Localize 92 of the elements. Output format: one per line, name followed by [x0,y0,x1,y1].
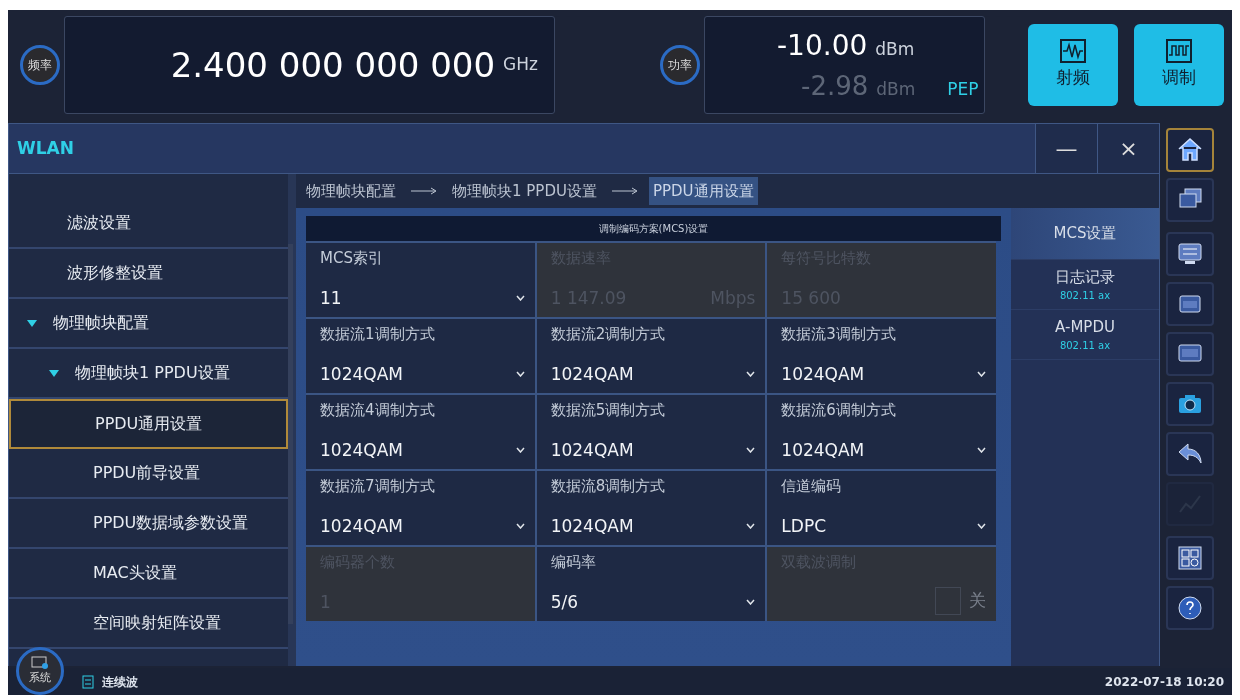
field-value: LDPC [781,514,826,538]
field-label: 数据流3调制方式 [781,324,897,345]
breadcrumb-link[interactable]: PPDU通用设置 [648,176,758,206]
toolbar-button[interactable] [1166,282,1214,326]
field-label: 数据流1调制方式 [320,324,436,345]
field-value: 1024QAM [320,438,403,462]
dropdown-field[interactable]: 数据流7调制方式 1024QAM [306,471,535,545]
power-display[interactable]: -10.00 dBm -2.98 dBm PEP [704,16,985,114]
toolbar-button[interactable] [1166,382,1214,426]
side-tab[interactable]: MCS设置 [1011,208,1159,260]
chevron-down-icon [515,447,525,454]
mode-button[interactable]: 射频 [1028,24,1118,106]
monitor-gear-icon [31,655,49,670]
field-label: 数据流5调制方式 [550,400,667,421]
pep-value: -2.98 [801,69,869,103]
field-label: 数据流7调制方式 [320,476,436,497]
waveform-icon [1060,39,1086,64]
help-icon [1176,594,1204,622]
toolbar-button[interactable] [1166,536,1214,580]
field-label: 数据流6调制方式 [781,400,897,421]
field-label: 数据流2调制方式 [550,324,667,345]
breadcrumb-link[interactable]: 物理帧块1 PPDU设置 [448,176,601,206]
field-label: MCS索引 [320,248,384,269]
pep-label: PEP [947,77,979,101]
dropdown-field[interactable]: MCS索引 11 [306,243,535,317]
mode-button[interactable]: 调制 [1134,24,1224,106]
field-label: 信道编码 [781,476,843,497]
side-tab[interactable]: 日志记录 802.11 ax [1011,260,1159,310]
dropdown-field[interactable]: 数据流6调制方式 1024QAM [767,395,996,469]
dropdown-field[interactable]: 数据流8调制方式 1024QAM [536,471,766,545]
chevron-down-icon [977,523,986,530]
chevron-down-icon [977,371,986,378]
minimize-button[interactable]: — [1035,124,1097,173]
dropdown-field[interactable]: 信道编码 LDPC [767,471,996,545]
field-value: 1024QAM [550,514,634,538]
field-value: 1024QAM [781,438,865,462]
frequency-value: 2.400 000 000 000 [170,43,496,87]
home-icon [1176,136,1204,164]
dropdown-field[interactable]: 数据流3调制方式 1024QAM [767,319,996,393]
chevron-down-icon [977,447,986,454]
power-value: -10.00 [777,27,868,64]
chevron-down-icon [746,599,756,606]
field-value: 5/6 [550,590,578,614]
frequency-display[interactable]: 2.400 000 000 000 GHz [64,16,555,114]
toolbar-button[interactable] [1166,128,1214,172]
chevron-down-icon [515,523,525,530]
dropdown-field[interactable]: 编码率 5/6 [536,547,766,621]
toolbar-button[interactable] [1166,432,1214,476]
field-value: 1024QAM [781,362,865,386]
list-icon [82,674,94,689]
chevron-down-icon [746,523,756,530]
toggle-state: 关 [969,589,986,613]
field-value: 1024QAM [320,514,403,538]
sidebar-item[interactable]: PPDU通用设置 [9,399,288,449]
dropdown-field[interactable]: 数据流5调制方式 1024QAM [536,395,766,469]
toolbar-button[interactable] [1166,232,1214,276]
grid-icon [1176,544,1204,572]
frequency-unit: GHz [503,53,538,77]
arrow-icon [410,187,438,195]
dropdown-field[interactable]: 数据流1调制方式 1024QAM [306,319,535,393]
mode-label: 连续波 [102,673,138,691]
expand-caret-icon[interactable] [49,369,59,377]
chevron-down-icon [746,447,756,454]
close-button[interactable]: × [1097,124,1159,173]
frequency-badge[interactable]: 频率 [20,45,60,85]
pulse-icon [1166,39,1192,64]
field-label: 数据流8调制方式 [550,476,667,497]
expand-caret-icon[interactable] [27,319,37,327]
pep-unit: dBm [876,77,916,101]
date-time: 2022-07-18 10:20 [1104,673,1224,691]
field-value: 1024QAM [550,438,634,462]
field-label: 数据流4调制方式 [320,400,436,421]
power-badge[interactable]: 功率 [660,45,700,85]
chevron-down-icon [515,295,525,302]
field-label: 编码率 [550,552,597,573]
dropdown-field[interactable]: 数据流4调制方式 1024QAM [306,395,535,469]
scrollbar[interactable] [288,244,293,624]
toolbar-button[interactable] [1166,332,1214,376]
chevron-down-icon [515,371,525,378]
window-title: WLAN [16,136,74,160]
toolbar-button[interactable] [1166,586,1214,630]
field-value: 11 [320,286,342,310]
chevron-down-icon [746,371,756,378]
breadcrumb-link[interactable]: 物理帧块配置 [302,176,400,206]
field-value: 1024QAM [550,362,634,386]
arrow-icon [610,187,639,195]
field-value: 1024QAM [320,362,403,386]
power-unit: dBm [875,37,915,61]
toolbar-button[interactable] [1166,178,1214,222]
dropdown-field[interactable]: 数据流2调制方式 1024QAM [536,319,766,393]
side-tab[interactable]: A-MPDU 802.11 ax [1011,310,1159,360]
panel-title: 调制编码方案(MCS)设置 [306,216,1001,241]
